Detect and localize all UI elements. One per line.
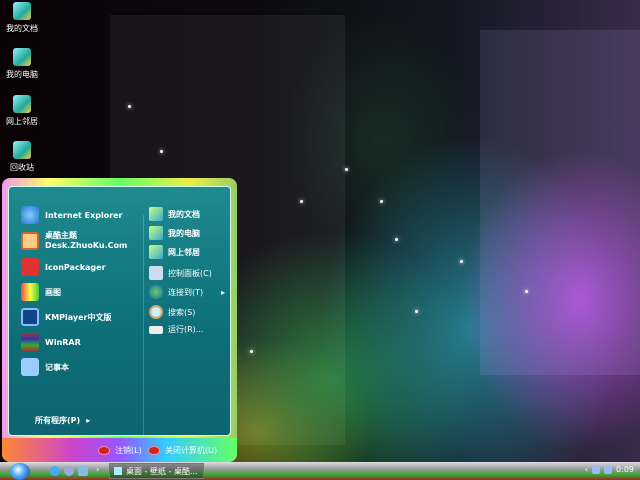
- ie-quicklaunch-icon[interactable]: [50, 466, 60, 476]
- computer-icon: [149, 226, 163, 240]
- menu-item-iconpackager[interactable]: IconPackager: [21, 258, 106, 276]
- chevron-right-icon[interactable]: ›: [96, 465, 99, 474]
- taskbar: › 桌面 - 壁纸 - 桌酷... ‹ 0:09: [0, 462, 640, 480]
- all-programs-button[interactable]: 所有程序(P) ▸: [35, 415, 90, 426]
- volume-tray-icon[interactable]: [604, 465, 613, 474]
- arrow-right-icon: ▸: [86, 416, 91, 425]
- documents-icon: [13, 2, 31, 20]
- menu-item-zhuoku[interactable]: 桌酷主题 Desk.ZhuoKu.Com: [21, 231, 127, 251]
- start-menu: Internet Explorer 桌酷主题 Desk.ZhuoKu.Com Ic…: [2, 178, 237, 462]
- desktop-quicklaunch-icon[interactable]: [78, 466, 88, 476]
- menu-item-network[interactable]: 网上邻居: [149, 245, 200, 259]
- desktop-icon-recycle-bin[interactable]: 回收站: [2, 141, 42, 173]
- clock[interactable]: 0:09: [616, 465, 634, 474]
- desktop-icon-network[interactable]: 网上邻居: [2, 95, 42, 127]
- logoff-button[interactable]: 注销(L): [98, 445, 142, 456]
- wallpaper-panel: [480, 30, 640, 375]
- menu-item-search[interactable]: 搜索(S): [149, 305, 195, 319]
- search-icon: [149, 305, 163, 319]
- menu-item-paint[interactable]: 画图: [21, 283, 61, 301]
- notepad-icon: [21, 358, 39, 376]
- run-icon: [149, 325, 163, 334]
- menu-item-connect-to[interactable]: 连接到(T) ▸: [149, 285, 225, 299]
- recycle-bin-icon: [13, 141, 31, 159]
- chevron-left-icon[interactable]: ‹: [585, 465, 588, 474]
- documents-icon: [149, 207, 163, 221]
- arrow-right-icon: ▸: [221, 287, 226, 297]
- computer-icon: [13, 48, 31, 66]
- column-divider: [143, 215, 144, 440]
- start-menu-body: Internet Explorer 桌酷主题 Desk.ZhuoKu.Com Ic…: [8, 186, 231, 440]
- start-button[interactable]: [10, 463, 30, 480]
- control-panel-icon: [149, 266, 163, 280]
- taskbar-button-window[interactable]: 桌面 - 壁纸 - 桌酷...: [109, 463, 204, 479]
- shutdown-button[interactable]: 关闭计算机(U): [148, 445, 217, 456]
- menu-item-winrar[interactable]: WinRAR: [21, 333, 81, 351]
- network-tray-icon[interactable]: [592, 465, 601, 474]
- ie-icon: [21, 206, 39, 224]
- logoff-icon: [98, 446, 110, 455]
- menu-item-control-panel[interactable]: 控制面板(C): [149, 266, 212, 280]
- menu-item-run[interactable]: 运行(R)...: [149, 324, 203, 335]
- power-icon: [148, 446, 160, 455]
- menu-item-kmplayer[interactable]: KMPlayer中文版: [21, 308, 112, 326]
- theme-icon: [21, 232, 39, 250]
- system-tray: ‹ 0:09: [585, 465, 634, 474]
- network-icon: [149, 245, 163, 259]
- start-menu-footer: 注销(L) 关闭计算机(U): [2, 438, 237, 462]
- menu-item-internet-explorer[interactable]: Internet Explorer: [21, 206, 123, 224]
- network-icon: [13, 95, 31, 113]
- kmplayer-icon: [21, 308, 39, 326]
- menu-item-my-computer[interactable]: 我的电脑: [149, 226, 200, 240]
- globe-icon: [149, 285, 163, 299]
- menu-item-notepad[interactable]: 记事本: [21, 358, 69, 376]
- desktop-icon-my-computer[interactable]: 我的电脑: [2, 48, 42, 80]
- window-icon: [114, 467, 122, 475]
- menu-item-my-documents[interactable]: 我的文档: [149, 207, 200, 221]
- iconpackager-icon: [21, 258, 39, 276]
- desktop-icon-my-documents[interactable]: 我的文档: [2, 2, 42, 34]
- media-quicklaunch-icon[interactable]: [64, 466, 74, 476]
- paint-icon: [21, 283, 39, 301]
- winrar-icon: [21, 333, 39, 351]
